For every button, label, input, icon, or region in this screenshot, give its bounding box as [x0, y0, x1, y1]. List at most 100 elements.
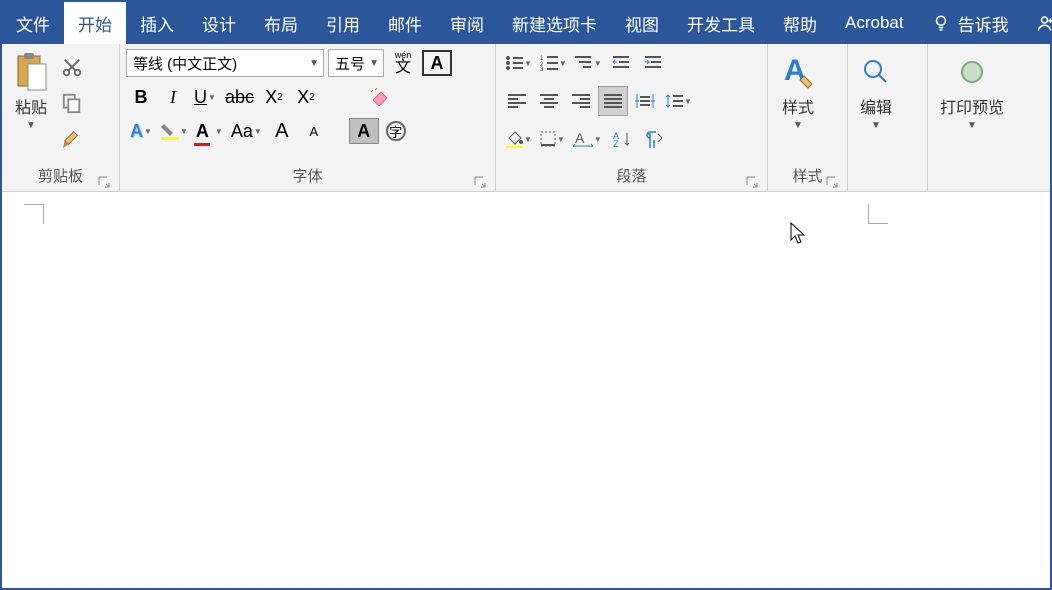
styles-button[interactable]: A 样式 ▼	[774, 48, 822, 135]
clipboard-launcher[interactable]	[97, 175, 111, 189]
dropdown-icon: ▼	[967, 120, 977, 131]
tab-developer[interactable]: 开发工具	[673, 2, 769, 44]
text-effects-button[interactable]: A▼	[126, 116, 156, 146]
font-size-combo[interactable]: 五号 ▼	[328, 49, 384, 77]
font-color-button[interactable]: A▼	[193, 116, 226, 146]
styles-icon: A	[780, 52, 816, 92]
document-area[interactable]	[4, 194, 1048, 586]
editing-group-label	[854, 167, 921, 191]
mouse-cursor-icon	[790, 222, 808, 246]
strikethrough-button[interactable]: abc	[222, 82, 257, 112]
bullets-button[interactable]: ▼	[502, 48, 535, 78]
align-right-button[interactable]	[566, 86, 596, 116]
editing-button[interactable]: 编辑 ▼	[854, 48, 898, 135]
bold-button[interactable]: B	[126, 82, 156, 112]
italic-button[interactable]: I	[158, 82, 188, 112]
clear-formatting-button[interactable]	[365, 82, 395, 112]
underline-button[interactable]: U▼	[190, 82, 220, 112]
shrink-font-button[interactable]: A	[299, 116, 329, 146]
tab-home[interactable]: 开始	[64, 2, 126, 44]
dropdown-icon: ▼	[793, 120, 803, 131]
tab-help[interactable]: 帮助	[769, 2, 831, 44]
styles-launcher[interactable]	[825, 175, 839, 189]
group-clipboard: 粘贴 ▼ 剪贴板	[2, 44, 120, 191]
print-preview-button[interactable]: 打印预览 ▼	[934, 48, 1010, 135]
show-marks-button[interactable]	[639, 124, 669, 154]
format-painter-button[interactable]	[58, 126, 86, 152]
highlight-button[interactable]: ▼	[158, 116, 191, 146]
align-distributed-button[interactable]	[630, 86, 660, 116]
enclose-characters-button[interactable]: 字	[381, 116, 411, 146]
ribbon-tabs: 文件 开始 插入 设计 布局 引用 邮件 审阅 新建选项卡 视图 开发工具 帮助…	[2, 2, 1050, 44]
font-name-combo[interactable]: 等线 (中文正文) ▼	[126, 49, 324, 77]
borders-button[interactable]: ▼	[537, 124, 568, 154]
page-corner-tl	[24, 204, 44, 224]
decrease-indent-button[interactable]	[607, 48, 637, 78]
tab-file[interactable]: 文件	[2, 2, 64, 44]
share-button[interactable]: 共享	[1023, 2, 1052, 44]
shading-button[interactable]: ▼	[502, 124, 535, 154]
numbering-button[interactable]: 123▼	[537, 48, 570, 78]
clipboard-icon	[14, 52, 48, 92]
sort-icon: AZ	[613, 131, 631, 147]
dropdown-icon: ▼	[369, 58, 379, 69]
brush-icon	[61, 128, 83, 150]
phonetic-guide-button[interactable]: wén文	[388, 48, 418, 78]
increase-indent-button[interactable]	[639, 48, 669, 78]
page-corner-tr	[868, 204, 888, 224]
cut-button[interactable]	[58, 54, 86, 80]
tab-layout[interactable]: 布局	[250, 2, 312, 44]
lightbulb-icon	[932, 14, 950, 32]
highlighter-icon	[161, 122, 179, 140]
tab-references[interactable]: 引用	[312, 2, 374, 44]
change-case-button[interactable]: Aa▼	[228, 116, 265, 146]
align-right-icon	[572, 94, 590, 108]
line-spacing-button[interactable]: ▼	[662, 86, 695, 116]
paragraph-launcher[interactable]	[745, 175, 759, 189]
line-spacing-icon	[665, 93, 683, 109]
distributed-icon	[635, 94, 655, 108]
align-center-icon	[540, 94, 558, 108]
tell-me[interactable]: 告诉我	[918, 2, 1023, 44]
superscript-button[interactable]: X2	[291, 82, 321, 112]
tab-view[interactable]: 视图	[611, 2, 673, 44]
align-center-button[interactable]	[534, 86, 564, 116]
character-border-button[interactable]: A	[422, 50, 452, 76]
font-group-label: 字体	[126, 167, 489, 191]
copy-icon	[61, 92, 83, 114]
grow-font-button[interactable]: A	[267, 116, 297, 146]
styles-label: 样式	[782, 94, 814, 118]
asian-layout-button[interactable]: A▼	[570, 124, 605, 154]
tab-design[interactable]: 设计	[188, 2, 250, 44]
multilevel-list-button[interactable]: ▼	[572, 48, 605, 78]
font-name-value: 等线 (中文正文)	[133, 53, 237, 74]
copy-button[interactable]	[58, 90, 86, 116]
tab-mailings[interactable]: 邮件	[374, 2, 436, 44]
ribbon: 粘贴 ▼ 剪贴板 等线 (中文	[2, 44, 1050, 192]
paragraph-group-label: 段落	[502, 167, 761, 191]
person-icon	[1037, 14, 1052, 32]
bullets-icon	[505, 55, 523, 71]
font-launcher[interactable]	[473, 175, 487, 189]
subscript-button[interactable]: X2	[259, 82, 289, 112]
multilevel-icon	[575, 55, 593, 71]
group-paragraph: ▼ 123▼ ▼ ▼ ▼ ▼ A▼ AZ	[496, 44, 768, 191]
tab-acrobat[interactable]: Acrobat	[831, 2, 918, 44]
char-scale-icon: A	[573, 131, 593, 147]
tab-review[interactable]: 审阅	[436, 2, 498, 44]
sort-button[interactable]: AZ	[607, 124, 637, 154]
group-font: 等线 (中文正文) ▼ 五号 ▼ wén文 A B I U▼ abc X2 X2	[120, 44, 496, 191]
align-justify-button[interactable]	[598, 86, 628, 116]
circle-icon	[956, 52, 988, 92]
svg-text:3: 3	[540, 67, 544, 71]
character-shading-button[interactable]: A	[349, 118, 379, 144]
tab-insert[interactable]: 插入	[126, 2, 188, 44]
paste-button[interactable]: 粘贴 ▼	[8, 48, 54, 135]
svg-text:A: A	[575, 131, 585, 146]
svg-text:Z: Z	[613, 139, 619, 147]
eraser-icon	[369, 88, 391, 106]
print-preview-group-label	[934, 167, 1022, 191]
justify-icon	[604, 94, 622, 108]
align-left-button[interactable]	[502, 86, 532, 116]
tab-newtab[interactable]: 新建选项卡	[498, 2, 611, 44]
